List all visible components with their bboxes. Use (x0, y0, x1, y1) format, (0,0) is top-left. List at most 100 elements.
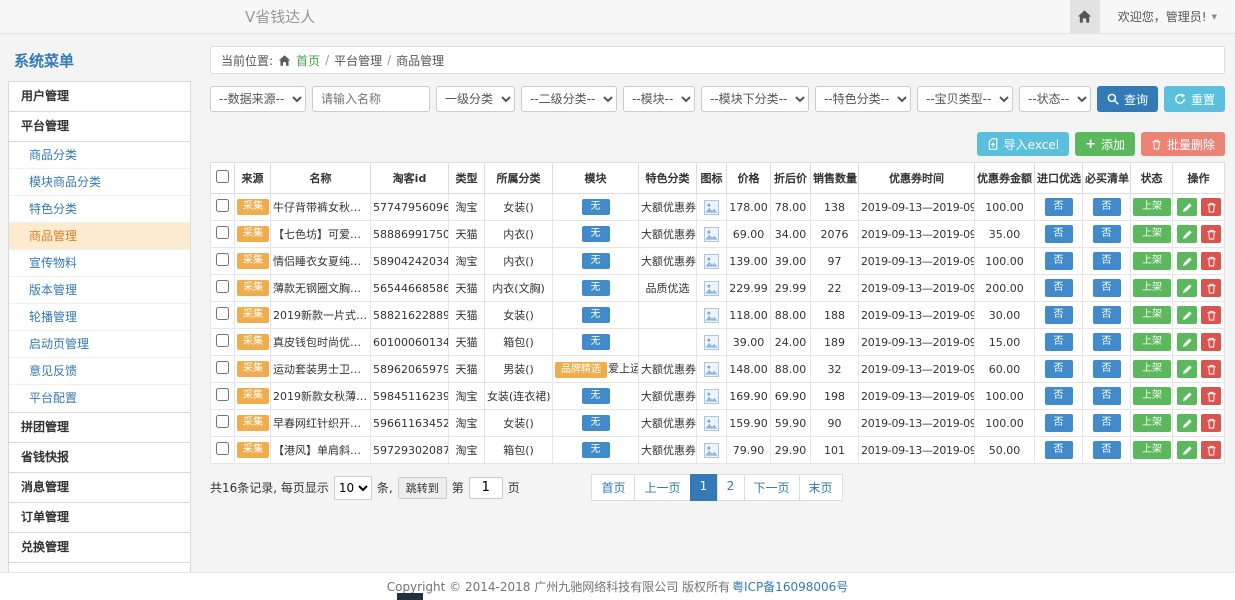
add-button[interactable]: + 添加 (1075, 132, 1135, 156)
filter-select-level2-category[interactable]: --二级分类-- (521, 86, 617, 112)
delete-button[interactable] (1201, 252, 1221, 270)
breadcrumb-home-link[interactable]: 首页 (296, 52, 320, 69)
delete-button[interactable] (1201, 198, 1221, 216)
icp-link[interactable]: 粤ICP备16098006号 (732, 578, 848, 595)
must-buy-toggle[interactable]: 否 (1093, 360, 1121, 378)
sidebar-group[interactable]: 拼团管理 (8, 412, 191, 443)
import-select-toggle[interactable]: 否 (1045, 441, 1073, 459)
row-checkbox[interactable] (216, 199, 229, 212)
filter-select-module[interactable]: --模块-- (623, 86, 695, 112)
status-toggle[interactable]: 上架 (1133, 225, 1171, 243)
breadcrumb-item[interactable]: 平台管理 (334, 52, 382, 69)
status-toggle[interactable]: 上架 (1133, 441, 1171, 459)
page-button[interactable]: 首页 (591, 474, 635, 501)
row-checkbox[interactable] (216, 253, 229, 266)
sidebar-group[interactable]: 省钱快报 (8, 442, 191, 473)
edit-button[interactable] (1177, 306, 1197, 324)
page-number-input[interactable] (469, 477, 503, 499)
edit-button[interactable] (1177, 252, 1197, 270)
import-select-toggle[interactable]: 否 (1045, 414, 1073, 432)
edit-button[interactable] (1177, 198, 1197, 216)
import-select-toggle[interactable]: 否 (1045, 225, 1073, 243)
sidebar-item[interactable]: 轮播管理 (9, 304, 190, 331)
home-button[interactable] (1070, 0, 1100, 33)
must-buy-toggle[interactable]: 否 (1093, 225, 1121, 243)
edit-button[interactable] (1177, 225, 1197, 243)
page-button[interactable]: 上一页 (634, 474, 690, 501)
reset-button[interactable]: 重置 (1164, 86, 1225, 112)
import-select-toggle[interactable]: 否 (1045, 198, 1073, 216)
page-button[interactable]: 1 (690, 474, 718, 501)
status-toggle[interactable]: 上架 (1133, 252, 1171, 270)
sidebar-item[interactable]: 版本管理 (9, 277, 190, 304)
sidebar-group[interactable]: 订单管理 (8, 502, 191, 533)
delete-button[interactable] (1201, 360, 1221, 378)
must-buy-toggle[interactable]: 否 (1093, 387, 1121, 405)
delete-button[interactable] (1201, 441, 1221, 459)
jump-button[interactable]: 跳转到 (398, 477, 447, 499)
filter-select-feature-category[interactable]: --特色分类-- (815, 86, 911, 112)
sidebar-item[interactable]: 意见反馈 (9, 358, 190, 385)
sidebar-item[interactable]: 平台配置 (9, 385, 190, 412)
import-select-toggle[interactable]: 否 (1045, 387, 1073, 405)
status-toggle[interactable]: 上架 (1133, 360, 1171, 378)
must-buy-toggle[interactable]: 否 (1093, 306, 1121, 324)
row-checkbox[interactable] (216, 361, 229, 374)
search-button[interactable]: 查询 (1097, 86, 1158, 112)
edit-button[interactable] (1177, 387, 1197, 405)
delete-button[interactable] (1201, 333, 1221, 351)
must-buy-toggle[interactable]: 否 (1093, 441, 1121, 459)
filter-select-data-source[interactable]: --数据来源-- (210, 86, 306, 112)
sidebar-item[interactable]: 启动页管理 (9, 331, 190, 358)
page-button[interactable]: 下一页 (744, 474, 800, 501)
edit-button[interactable] (1177, 333, 1197, 351)
import-select-toggle[interactable]: 否 (1045, 252, 1073, 270)
row-checkbox[interactable] (216, 307, 229, 320)
import-select-toggle[interactable]: 否 (1045, 306, 1073, 324)
delete-button[interactable] (1201, 387, 1221, 405)
edit-button[interactable] (1177, 360, 1197, 378)
row-checkbox[interactable] (216, 415, 229, 428)
row-checkbox[interactable] (216, 280, 229, 293)
import-select-toggle[interactable]: 否 (1045, 333, 1073, 351)
row-checkbox[interactable] (216, 226, 229, 239)
status-toggle[interactable]: 上架 (1133, 414, 1171, 432)
name-search-input[interactable] (312, 86, 430, 112)
page-button[interactable]: 2 (717, 474, 745, 501)
delete-button[interactable] (1201, 225, 1221, 243)
status-toggle[interactable]: 上架 (1133, 198, 1171, 216)
row-checkbox[interactable] (216, 388, 229, 401)
sidebar-item[interactable]: 商品管理 (9, 223, 190, 250)
sidebar-group[interactable]: 用户管理 (8, 81, 191, 112)
filter-select-module-subcategory[interactable]: --模块下分类-- (701, 86, 809, 112)
must-buy-toggle[interactable]: 否 (1093, 198, 1121, 216)
filter-select-status[interactable]: --状态-- (1019, 86, 1091, 112)
filter-select-item-type[interactable]: --宝贝类型-- (917, 86, 1013, 112)
import-select-toggle[interactable]: 否 (1045, 279, 1073, 297)
sidebar-item[interactable]: 宣传物料 (9, 250, 190, 277)
breadcrumb-item[interactable]: 商品管理 (396, 52, 444, 69)
delete-button[interactable] (1201, 306, 1221, 324)
status-toggle[interactable]: 上架 (1133, 279, 1171, 297)
import-excel-button[interactable]: 导入excel (977, 132, 1069, 156)
import-select-toggle[interactable]: 否 (1045, 360, 1073, 378)
user-menu[interactable]: 欢迎您，管理员! ▼ (1110, 8, 1235, 25)
must-buy-toggle[interactable]: 否 (1093, 414, 1121, 432)
delete-button[interactable] (1201, 414, 1221, 432)
per-page-select[interactable]: 10 (334, 476, 372, 500)
sidebar-item[interactable]: 特色分类 (9, 196, 190, 223)
must-buy-toggle[interactable]: 否 (1093, 252, 1121, 270)
sidebar-item[interactable]: 商品分类 (9, 142, 190, 169)
edit-button[interactable] (1177, 441, 1197, 459)
sidebar-group[interactable]: 消息管理 (8, 472, 191, 503)
select-all-checkbox[interactable] (216, 170, 229, 183)
edit-button[interactable] (1177, 279, 1197, 297)
sidebar-item[interactable]: 模块商品分类 (9, 169, 190, 196)
filter-select-level1-category[interactable]: 一级分类 (436, 86, 515, 112)
sidebar-group[interactable]: 兑换管理 (8, 532, 191, 563)
sidebar-group[interactable] (8, 562, 191, 572)
must-buy-toggle[interactable]: 否 (1093, 279, 1121, 297)
row-checkbox[interactable] (216, 334, 229, 347)
delete-button[interactable] (1201, 279, 1221, 297)
page-button[interactable]: 末页 (799, 474, 843, 501)
